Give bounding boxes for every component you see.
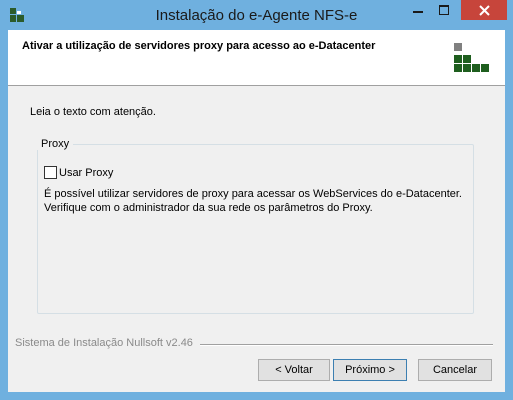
minimize-icon xyxy=(413,11,423,13)
dialog-client: Ativar a utilização de servidores proxy … xyxy=(8,30,505,392)
page-title: Ativar a utilização de servidores proxy … xyxy=(22,40,376,52)
back-button[interactable]: < Voltar xyxy=(258,359,330,381)
page-header: Ativar a utilização de servidores proxy … xyxy=(8,30,505,86)
footer-divider xyxy=(200,344,493,346)
maximize-icon xyxy=(439,5,449,15)
use-proxy-label[interactable]: Usar Proxy xyxy=(59,167,113,179)
use-proxy-checkbox[interactable] xyxy=(44,166,57,179)
minimize-button[interactable] xyxy=(405,0,431,20)
installer-window: Instalação do e-Agente NFS-e Ativar a ut… xyxy=(0,0,513,400)
use-proxy-checkbox-row[interactable]: Usar Proxy xyxy=(44,166,113,179)
cancel-button[interactable]: Cancelar xyxy=(418,359,492,381)
close-button[interactable] xyxy=(461,0,507,20)
title-bar[interactable]: Instalação do e-Agente NFS-e xyxy=(0,0,513,30)
proxy-group-label: Proxy xyxy=(37,138,74,150)
maximize-button[interactable] xyxy=(431,0,457,20)
instruction-text: Leia o texto com atenção. xyxy=(30,106,156,118)
next-button[interactable]: Próximo > xyxy=(333,359,407,381)
proxy-description: É possível utilizar servidores de proxy … xyxy=(44,188,462,214)
nsis-branding: Sistema de Instalação Nullsoft v2.46 xyxy=(15,337,193,349)
green-grid-logo xyxy=(454,43,489,72)
close-icon xyxy=(478,4,490,16)
